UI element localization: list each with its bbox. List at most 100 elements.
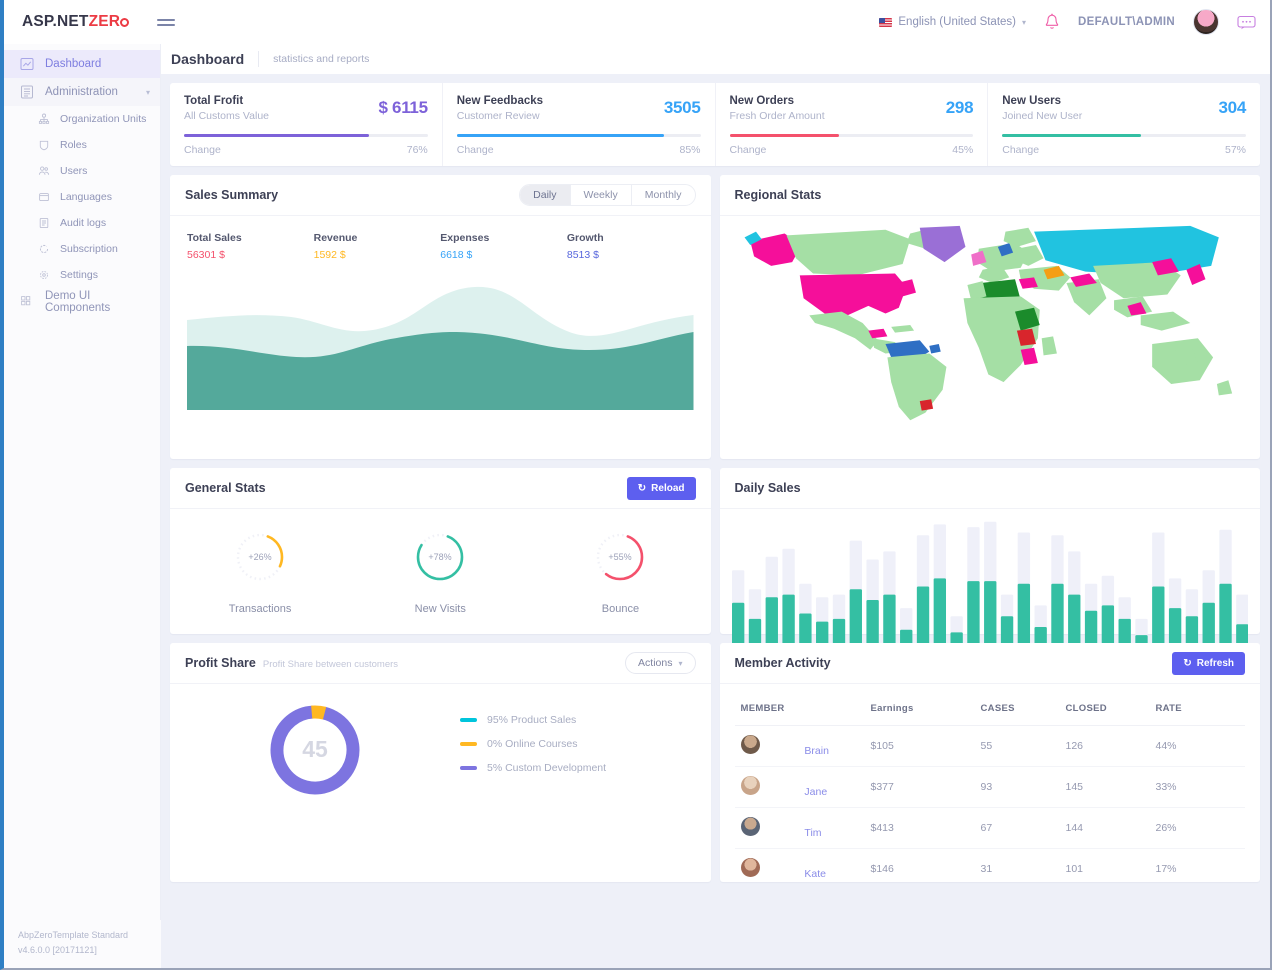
column-header-cases[interactable]: CASES [975, 692, 1060, 726]
map-continents [744, 226, 1232, 420]
legend-label: 95% Product Sales [487, 714, 576, 726]
daily-sales-bar-chart [720, 509, 1261, 654]
chat-message-icon[interactable] [1237, 15, 1256, 30]
sidebar-item-audit-logs[interactable]: Audit logs [4, 210, 160, 236]
sidebar-item-dashboard[interactable]: Dashboard [4, 50, 160, 78]
refresh-button-label: Refresh [1197, 658, 1234, 669]
language-selector[interactable]: English (United States) ▾ [879, 16, 1026, 28]
stat-card-new-users: New Users Joined New User 304 Change 57% [988, 83, 1260, 166]
stat-card-change-label: Change [457, 144, 494, 156]
legend-item-product-sales: 95% Product Sales [460, 714, 606, 726]
refresh-circle-icon [38, 243, 50, 255]
member-cases: 67 [975, 808, 1060, 849]
sitemap-icon [38, 113, 50, 125]
sidebar-item-label: Demo UI Components [45, 290, 150, 314]
stat-card-percent: 57% [1225, 144, 1246, 156]
document-list-icon [38, 217, 50, 229]
sidebar-item-label: Users [60, 165, 87, 177]
legend-label: 5% Custom Development [487, 762, 606, 774]
brand-logo-accent: ZER [89, 13, 121, 30]
table-row[interactable]: Brain $105 55 126 44% [735, 726, 1246, 767]
tab-daily[interactable]: Daily [520, 185, 570, 205]
legend-swatch [460, 766, 477, 770]
sidebar-item-label: Administration [45, 86, 118, 98]
member-name[interactable]: Brain [804, 745, 829, 757]
sidebar-item-label: Subscription [60, 243, 118, 255]
table-row[interactable]: Kate $146 31 101 17% [735, 849, 1246, 890]
avatar[interactable] [1193, 9, 1219, 35]
actions-button[interactable]: Actions ▾ [625, 652, 695, 674]
notifications-bell-icon[interactable] [1044, 13, 1060, 31]
portlet-subtitle: Profit Share between customers [263, 659, 398, 670]
column-header-member[interactable]: MEMBER [735, 692, 865, 726]
stat-card-change-label: Change [184, 144, 221, 156]
member-name[interactable]: Jane [804, 786, 827, 798]
column-header-earnings[interactable]: Earnings [865, 692, 975, 726]
sidebar-item-languages[interactable]: Languages [4, 184, 160, 210]
sales-metrics: Total Sales 56301 $ Revenue 1592 $ Expen… [185, 228, 696, 261]
col-member-activity: Member Activity ↻ Refresh MEMBER [720, 643, 1261, 882]
username-label[interactable]: DEFAULT\ADMIN [1078, 16, 1175, 28]
refresh-button[interactable]: ↻ Refresh [1172, 652, 1245, 675]
stat-card-name: Total Frofit [184, 95, 378, 107]
sidebar-item-demo-ui-components[interactable]: Demo UI Components [4, 288, 160, 316]
row-profit-and-members: Profit Share Profit Share between custom… [170, 643, 1260, 882]
profit-share-legend: 95% Product Sales 0% Online Courses 5% C… [460, 714, 606, 786]
member-closed: 101 [1060, 849, 1150, 890]
member-name[interactable]: Kate [804, 868, 826, 880]
gauge-svg: +78% [412, 529, 468, 585]
sales-area-chart [185, 261, 696, 415]
chevron-down-icon: ▾ [146, 88, 150, 97]
top-header: ASP.NETZER English (United States) ▾ DEF… [4, 0, 1270, 44]
stat-card-total-profit: Total Frofit All Customs Value $ 6115 Ch… [170, 83, 443, 166]
list-settings-icon [20, 85, 34, 99]
gauge-svg: +26% [232, 529, 288, 585]
burger-line [157, 19, 175, 21]
sidebar-item-roles[interactable]: Roles [4, 132, 160, 158]
table-row[interactable]: Tim $413 67 144 26% [735, 808, 1246, 849]
metric-value: 56301 $ [187, 249, 314, 261]
member-name[interactable]: Tim [804, 827, 821, 839]
portlet-title: General Stats [185, 481, 266, 495]
stat-card-value: $ 6115 [378, 95, 427, 118]
sidebar-item-organization-units[interactable]: Organization Units [4, 106, 160, 132]
portlet-sales-summary: Sales Summary Daily Weekly Monthly Total… [170, 175, 711, 459]
sidebar-item-users[interactable]: Users [4, 158, 160, 184]
progress-fill [1002, 134, 1141, 137]
stat-card-name: New Orders [730, 95, 946, 107]
sidebar-item-label: Roles [60, 139, 87, 151]
column-header-rate[interactable]: RATE [1150, 692, 1246, 726]
portlet-regional-stats: Regional Stats [720, 175, 1261, 459]
chevron-down-icon: ▾ [678, 659, 682, 668]
sidebar-item-label: Dashboard [45, 58, 101, 70]
reload-button[interactable]: ↻ Reload [627, 477, 696, 500]
metric-label: Expenses [440, 232, 567, 244]
sidebar-item-administration[interactable]: Administration ▾ [4, 78, 160, 106]
profit-share-chart: 45 95% Product Sales 0% Onli [170, 684, 711, 828]
portlet-member-activity: Member Activity ↻ Refresh MEMBER [720, 643, 1261, 882]
tab-monthly[interactable]: Monthly [632, 185, 695, 205]
footer-version: v4.6.0.0 [20171121] [18, 943, 161, 958]
avatar [741, 858, 760, 877]
table-row[interactable]: Jane $377 93 145 33% [735, 767, 1246, 808]
stat-card-value: 3505 [664, 95, 701, 118]
actions-button-label: Actions [638, 657, 672, 669]
sidebar-item-subscription[interactable]: Subscription [4, 236, 160, 262]
world-map[interactable] [720, 216, 1261, 434]
member-cases: 31 [975, 849, 1060, 890]
menu-toggle-button[interactable] [157, 19, 175, 26]
chevron-down-icon: ▾ [1022, 18, 1026, 27]
stat-card-value: 304 [1219, 95, 1246, 118]
sidebar-item-settings[interactable]: Settings [4, 262, 160, 288]
sidebar-item-label: Organization Units [60, 113, 146, 125]
column-header-closed[interactable]: CLOSED [1060, 692, 1150, 726]
brand-logo[interactable]: ASP.NETZER [22, 13, 129, 31]
metric-value: 1592 $ [314, 249, 441, 261]
member-rate: 17% [1150, 849, 1246, 890]
tab-weekly[interactable]: Weekly [571, 185, 632, 205]
col-daily-sales: Daily Sales [720, 468, 1261, 634]
stat-card-new-orders: New Orders Fresh Order Amount 298 Change… [716, 83, 989, 166]
member-cases: 55 [975, 726, 1060, 767]
stat-card-name: New Feedbacks [457, 95, 664, 107]
legend-item-online-courses: 0% Online Courses [460, 738, 606, 750]
